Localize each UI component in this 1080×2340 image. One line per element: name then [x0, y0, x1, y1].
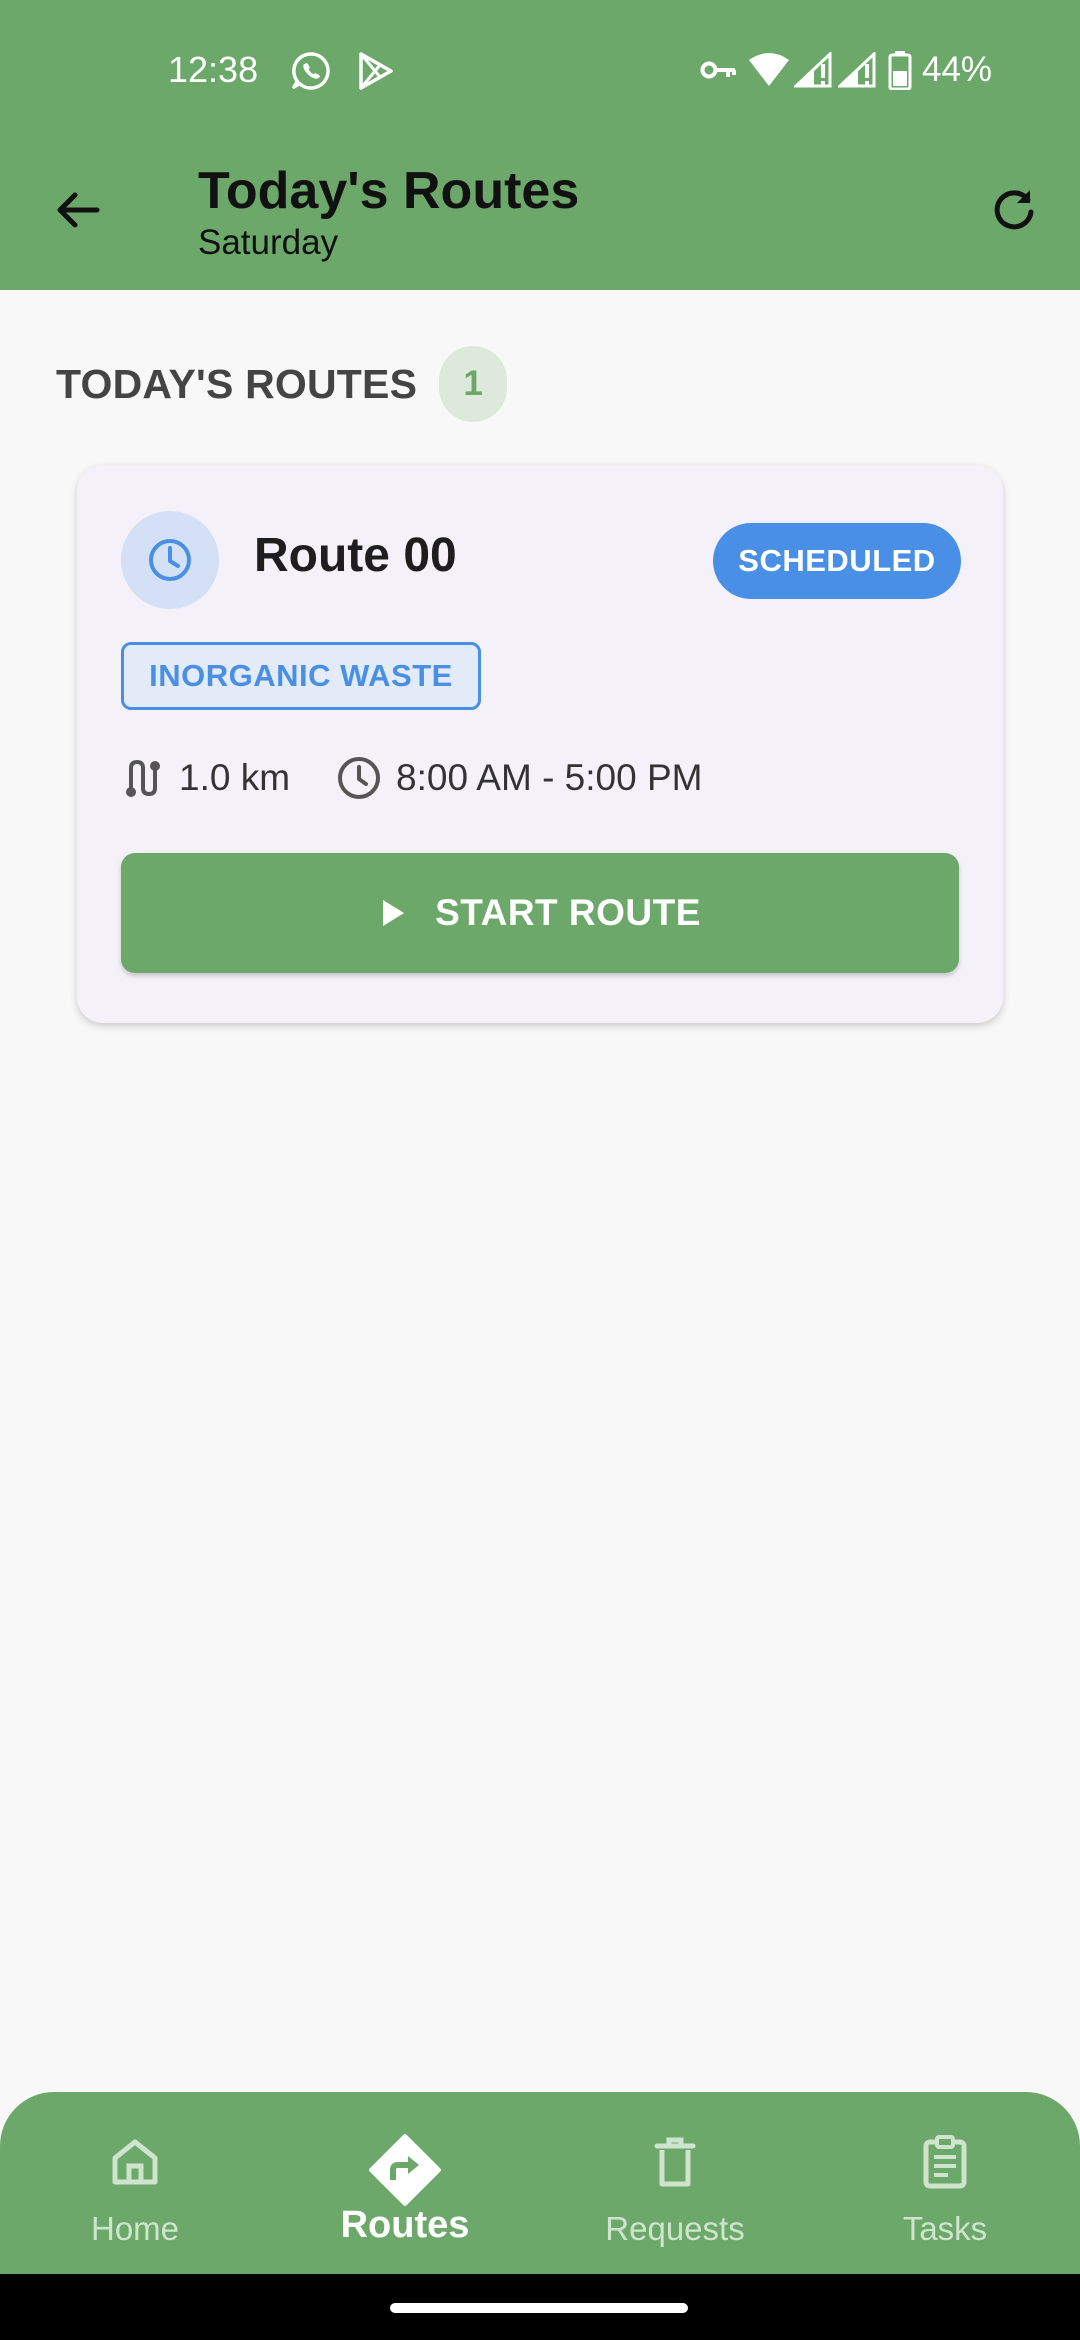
start-route-label: START ROUTE	[435, 892, 701, 933]
gesture-handle[interactable]	[390, 2303, 688, 2313]
play-icon	[383, 900, 405, 926]
refresh-icon	[994, 190, 1034, 230]
waste-type-chip: INORGANIC WASTE	[121, 642, 481, 710]
back-button[interactable]	[42, 174, 114, 246]
start-route-button[interactable]: START ROUTE	[121, 853, 959, 973]
signal-icon	[794, 52, 832, 88]
route-name: Route 00	[254, 529, 457, 582]
signal-icon	[838, 52, 876, 88]
battery-icon	[888, 51, 912, 90]
wifi-icon	[749, 53, 789, 86]
whatsapp-icon	[292, 52, 330, 90]
bottom-navigation: Home Routes Requests Tasks	[0, 2092, 1080, 2274]
route-count-badge: 1	[439, 346, 508, 422]
clock-icon	[338, 757, 381, 799]
top-header: 12:38 44% Today's Routes Saturday	[0, 0, 1080, 290]
app-bar: Today's Routes Saturday	[0, 140, 1080, 290]
time-window-text: 8:00 AM - 5:00 PM	[396, 757, 703, 798]
route-distance: 1.0 km	[121, 756, 290, 800]
trash-bin-icon	[654, 2137, 696, 2187]
nav-item-tasks[interactable]: Tasks	[810, 2092, 1080, 2274]
nav-label-tasks: Tasks	[902, 2210, 988, 2247]
section-header: TODAY'S ROUTES 1	[56, 346, 508, 422]
nav-label-home: Home	[90, 2210, 180, 2247]
page-subtitle: Saturday	[198, 223, 339, 262]
nav-item-requests[interactable]: Requests	[540, 2092, 810, 2274]
route-card[interactable]: Route 00 SCHEDULED INORGANIC WASTE 1.0 k…	[77, 465, 1003, 1023]
nav-item-home[interactable]: Home	[0, 2092, 270, 2274]
home-icon	[112, 2139, 158, 2185]
arrow-back-icon	[57, 192, 100, 228]
route-meta-row: 1.0 km 8:00 AM - 5:00 PM	[121, 748, 702, 808]
clock-icon	[149, 539, 191, 581]
status-time: 12:38	[168, 49, 259, 90]
route-status-icon-circle	[121, 511, 219, 609]
nav-item-routes[interactable]: Routes	[270, 2092, 540, 2274]
route-time-window: 8:00 AM - 5:00 PM	[336, 755, 702, 801]
page-title: Today's Routes	[198, 162, 580, 220]
section-title: TODAY'S ROUTES	[56, 360, 418, 407]
vpn-key-icon	[700, 61, 736, 79]
route-icon	[126, 759, 160, 797]
status-bar: 12:38 44%	[0, 0, 1080, 140]
nav-label-requests: Requests	[605, 2210, 745, 2247]
play-store-icon	[359, 52, 393, 90]
nav-label-routes: Routes	[340, 2204, 470, 2246]
status-badge: SCHEDULED	[713, 523, 961, 599]
refresh-button[interactable]	[978, 174, 1050, 246]
directions-icon	[369, 2134, 441, 2206]
battery-percent: 44%	[922, 50, 993, 89]
clipboard-icon	[923, 2135, 967, 2189]
distance-text: 1.0 km	[179, 757, 291, 798]
